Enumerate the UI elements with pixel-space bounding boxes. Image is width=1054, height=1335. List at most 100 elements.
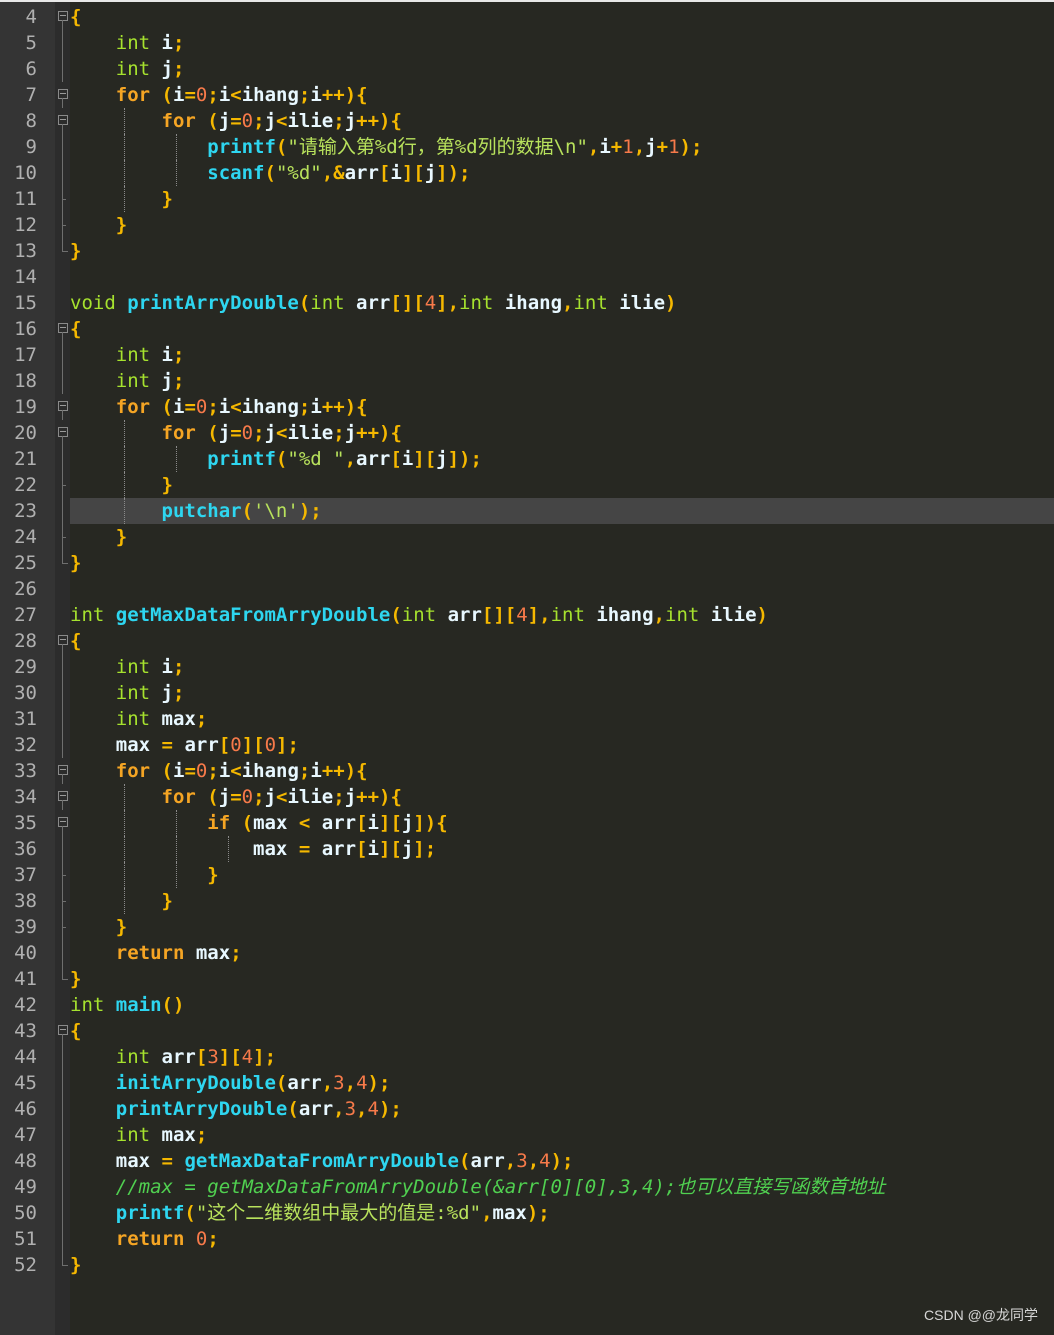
code-text[interactable]: int arr[3][4]; bbox=[70, 1044, 1054, 1070]
code-line[interactable]: 35 if (max < arr[i][j]){ bbox=[0, 810, 1054, 836]
code-text[interactable]: } bbox=[70, 966, 1054, 992]
code-text[interactable]: } bbox=[70, 862, 1054, 888]
code-line[interactable]: 30 int j; bbox=[0, 680, 1054, 706]
code-line[interactable]: 29 int i; bbox=[0, 654, 1054, 680]
code-text[interactable]: printf("%d ",arr[i][j]); bbox=[70, 446, 1054, 472]
code-line[interactable]: 49 //max = getMaxDataFromArryDouble(&arr… bbox=[0, 1174, 1054, 1200]
code-text[interactable]: } bbox=[70, 238, 1054, 264]
code-line[interactable]: 20 for (j=0;j<ilie;j++){ bbox=[0, 420, 1054, 446]
code-text[interactable]: { bbox=[70, 628, 1054, 654]
code-text[interactable]: int j; bbox=[70, 680, 1054, 706]
code-text[interactable]: max = arr[i][j]; bbox=[70, 836, 1054, 862]
code-text[interactable]: for (j=0;j<ilie;j++){ bbox=[70, 108, 1054, 134]
code-line[interactable]: 45 initArryDouble(arr,3,4); bbox=[0, 1070, 1054, 1096]
code-text[interactable]: int j; bbox=[70, 368, 1054, 394]
code-line[interactable]: 26 bbox=[0, 576, 1054, 602]
code-line[interactable]: 22 } bbox=[0, 472, 1054, 498]
code-line[interactable]: 33 for (i=0;i<ihang;i++){ bbox=[0, 758, 1054, 784]
fold-toggle-icon[interactable] bbox=[57, 394, 69, 420]
code-line[interactable]: 52} bbox=[0, 1252, 1054, 1278]
code-line[interactable]: 15 void printArryDouble(int arr[][4],int … bbox=[0, 290, 1054, 316]
code-line[interactable]: 27 int getMaxDataFromArryDouble(int arr[]… bbox=[0, 602, 1054, 628]
code-text[interactable]: } bbox=[70, 914, 1054, 940]
code-text[interactable]: initArryDouble(arr,3,4); bbox=[70, 1070, 1054, 1096]
fold-toggle-icon[interactable] bbox=[57, 628, 69, 654]
code-line[interactable]: 46 printArryDouble(arr,3,4); bbox=[0, 1096, 1054, 1122]
code-text[interactable]: for (i=0;i<ihang;i++){ bbox=[70, 82, 1054, 108]
code-text[interactable]: int getMaxDataFromArryDouble(int arr[][4… bbox=[70, 602, 1054, 628]
code-text[interactable]: for (i=0;i<ihang;i++){ bbox=[70, 758, 1054, 784]
code-line[interactable]: 37 } bbox=[0, 862, 1054, 888]
code-line[interactable]: 38 } bbox=[0, 888, 1054, 914]
fold-toggle-icon[interactable] bbox=[57, 316, 69, 342]
code-text[interactable]: for (j=0;j<ilie;j++){ bbox=[70, 420, 1054, 446]
code-text[interactable] bbox=[70, 264, 1054, 290]
code-text[interactable]: max = arr[0][0]; bbox=[70, 732, 1054, 758]
code-line[interactable]: 14 bbox=[0, 264, 1054, 290]
code-line[interactable]: 4{ bbox=[0, 4, 1054, 30]
code-line[interactable]: 32 max = arr[0][0]; bbox=[0, 732, 1054, 758]
code-line[interactable]: 10 scanf("%d",&arr[i][j]); bbox=[0, 160, 1054, 186]
fold-toggle-icon[interactable] bbox=[57, 82, 69, 108]
code-line[interactable]: 9 printf("请输入第%d行，第%d列的数据\n",i+1,j+1); bbox=[0, 134, 1054, 160]
code-line[interactable]: 42 int main() bbox=[0, 992, 1054, 1018]
code-text[interactable]: { bbox=[70, 316, 1054, 342]
code-line[interactable]: 50 printf("这个二维数组中最大的值是:%d",max); bbox=[0, 1200, 1054, 1226]
code-line[interactable]: 21 printf("%d ",arr[i][j]); bbox=[0, 446, 1054, 472]
code-text[interactable]: int j; bbox=[70, 56, 1054, 82]
code-text[interactable]: return max; bbox=[70, 940, 1054, 966]
code-text[interactable]: int i; bbox=[70, 30, 1054, 56]
code-line[interactable]: 12 } bbox=[0, 212, 1054, 238]
code-text[interactable]: putchar('\n'); bbox=[70, 498, 1054, 524]
code-line[interactable]: 48 max = getMaxDataFromArryDouble(arr,3,… bbox=[0, 1148, 1054, 1174]
code-line[interactable]: 28 { bbox=[0, 628, 1054, 654]
fold-toggle-icon[interactable] bbox=[57, 784, 69, 810]
fold-toggle-icon[interactable] bbox=[57, 1018, 69, 1044]
code-line[interactable]: 39 } bbox=[0, 914, 1054, 940]
fold-toggle-icon[interactable] bbox=[57, 758, 69, 784]
code-text[interactable]: void printArryDouble(int arr[][4],int ih… bbox=[70, 290, 1054, 316]
code-editor[interactable]: 4{5 int i; 6 int j; 7 for (i=0;i<ihang;i++… bbox=[0, 0, 1054, 1335]
code-text[interactable]: int i; bbox=[70, 654, 1054, 680]
code-line[interactable]: 23 putchar('\n'); bbox=[0, 498, 1054, 524]
code-line[interactable]: 11 } bbox=[0, 186, 1054, 212]
code-line[interactable]: 6 int j; bbox=[0, 56, 1054, 82]
code-text[interactable]: } bbox=[70, 1252, 1054, 1278]
code-line[interactable]: 31 int max; bbox=[0, 706, 1054, 732]
code-line[interactable]: 13} bbox=[0, 238, 1054, 264]
code-line[interactable]: 16 { bbox=[0, 316, 1054, 342]
code-text[interactable]: } bbox=[70, 212, 1054, 238]
code-text[interactable]: printf("这个二维数组中最大的值是:%d",max); bbox=[70, 1200, 1054, 1226]
code-line[interactable]: 24 } bbox=[0, 524, 1054, 550]
code-text[interactable] bbox=[70, 576, 1054, 602]
code-line[interactable]: 47 int max; bbox=[0, 1122, 1054, 1148]
code-text[interactable]: return 0; bbox=[70, 1226, 1054, 1252]
code-text[interactable]: } bbox=[70, 472, 1054, 498]
code-text[interactable]: for (j=0;j<ilie;j++){ bbox=[70, 784, 1054, 810]
code-line[interactable]: 17 int i; bbox=[0, 342, 1054, 368]
fold-toggle-icon[interactable] bbox=[57, 4, 69, 30]
code-text[interactable]: //max = getMaxDataFromArryDouble(&arr[0]… bbox=[70, 1174, 1054, 1200]
code-text[interactable]: } bbox=[70, 550, 1054, 576]
code-line[interactable]: 36 max = arr[i][j]; bbox=[0, 836, 1054, 862]
code-text[interactable]: int i; bbox=[70, 342, 1054, 368]
code-text[interactable]: int max; bbox=[70, 1122, 1054, 1148]
fold-toggle-icon[interactable] bbox=[57, 108, 69, 134]
fold-toggle-icon[interactable] bbox=[57, 420, 69, 446]
fold-toggle-icon[interactable] bbox=[57, 810, 69, 836]
code-text[interactable]: printArryDouble(arr,3,4); bbox=[70, 1096, 1054, 1122]
code-line[interactable]: 40 return max; bbox=[0, 940, 1054, 966]
code-line[interactable]: 5 int i; bbox=[0, 30, 1054, 56]
code-text[interactable]: if (max < arr[i][j]){ bbox=[70, 810, 1054, 836]
code-line[interactable]: 19 for (i=0;i<ihang;i++){ bbox=[0, 394, 1054, 420]
code-text[interactable]: { bbox=[70, 4, 1054, 30]
code-text[interactable]: printf("请输入第%d行，第%d列的数据\n",i+1,j+1); bbox=[70, 134, 1054, 160]
code-line[interactable]: 51 return 0; bbox=[0, 1226, 1054, 1252]
code-text[interactable]: } bbox=[70, 186, 1054, 212]
code-lines[interactable]: 4{5 int i; 6 int j; 7 for (i=0;i<ihang;i++… bbox=[0, 4, 1054, 1278]
code-line[interactable]: 25} bbox=[0, 550, 1054, 576]
code-line[interactable]: 41} bbox=[0, 966, 1054, 992]
code-text[interactable]: max = getMaxDataFromArryDouble(arr,3,4); bbox=[70, 1148, 1054, 1174]
code-line[interactable]: 34 for (j=0;j<ilie;j++){ bbox=[0, 784, 1054, 810]
code-text[interactable]: for (i=0;i<ihang;i++){ bbox=[70, 394, 1054, 420]
